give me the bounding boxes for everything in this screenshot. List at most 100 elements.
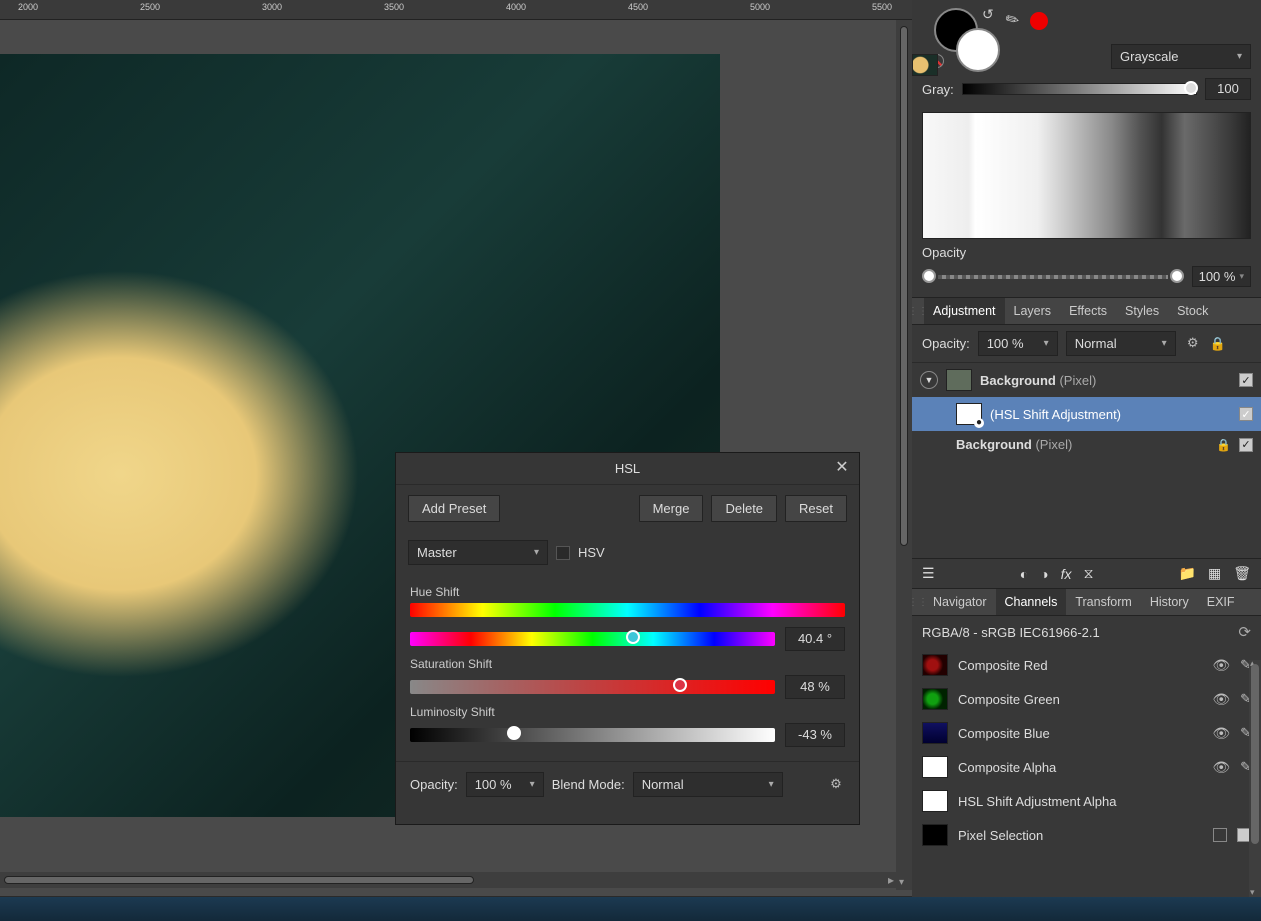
tab-styles[interactable]: Styles — [1116, 298, 1168, 324]
channel-name: Composite Alpha — [958, 760, 1202, 775]
visibility-checkbox[interactable]: ✓ — [1239, 407, 1253, 421]
foreground-color-swatch[interactable] — [956, 28, 1000, 72]
layer-opacity-dropdown[interactable]: 100 % — [978, 331, 1058, 356]
lock-icon[interactable]: 🔒 — [1216, 438, 1231, 452]
hue-slider-thumb[interactable] — [626, 630, 640, 644]
channel-row[interactable]: Pixel Selection — [912, 818, 1261, 852]
merge-icon[interactable]: ▦ — [1208, 565, 1221, 582]
visibility-checkbox[interactable]: ✓ — [1239, 373, 1253, 387]
layers-icon[interactable]: ☰ — [922, 565, 935, 582]
layer-thumbnail[interactable] — [946, 369, 972, 391]
lock-icon[interactable]: 🔒 — [1210, 336, 1226, 352]
ruler-tick-label: 3000 — [262, 2, 282, 12]
dialog-blend-dropdown[interactable]: Normal — [633, 772, 783, 797]
vertical-scrollbar[interactable]: ▾ — [896, 20, 912, 890]
opacity-slider-thumb[interactable] — [1170, 269, 1184, 283]
saturation-slider[interactable] — [410, 680, 775, 694]
layer-opacity-label: Opacity: — [922, 336, 970, 351]
opacity-label: Opacity: — [410, 777, 458, 792]
layer-thumbnail[interactable] — [912, 54, 938, 76]
panel-tabs: ⋮⋮ Adjustment Layers Effects Styles Stoc… — [912, 297, 1261, 325]
tab-navigator[interactable]: Navigator — [924, 589, 996, 615]
dialog-title: HSL — [615, 461, 640, 476]
tab-adjustment[interactable]: Adjustment — [924, 298, 1005, 324]
color-mode-dropdown[interactable]: Grayscale — [1111, 44, 1251, 69]
tab-transform[interactable]: Transform — [1066, 589, 1141, 615]
trash-icon[interactable]: 🗑 — [1233, 565, 1251, 582]
gray-slider-thumb[interactable] — [1184, 81, 1198, 95]
recent-color-swatch[interactable] — [1030, 12, 1048, 30]
reset-icon[interactable]: ⟳ — [1238, 623, 1251, 641]
channel-row[interactable]: Composite Green👁✎ — [912, 682, 1261, 716]
layer-name[interactable]: Background (Pixel) — [956, 437, 1208, 452]
panel-grip-icon[interactable]: ⋮⋮ — [912, 589, 924, 615]
adjustment-icon[interactable]: ◐ — [1020, 566, 1028, 582]
opacity-value[interactable]: 100 % — [1192, 266, 1251, 287]
ruler-tick-label: 2000 — [18, 2, 38, 12]
channel-thumbnail — [922, 654, 948, 676]
gear-icon[interactable]: ⚙ — [827, 776, 845, 794]
tab-exif[interactable]: EXIF — [1198, 589, 1244, 615]
eye-icon[interactable]: 👁 — [1212, 691, 1230, 708]
channel-row[interactable]: Composite Blue👁✎ — [912, 716, 1261, 750]
hue-slider[interactable] — [410, 632, 775, 646]
hsv-checkbox[interactable] — [556, 546, 570, 560]
eyedropper-icon[interactable]: ✎ — [1002, 8, 1024, 32]
merge-button[interactable]: Merge — [639, 495, 704, 522]
opacity-slider[interactable] — [922, 271, 1184, 283]
folder-icon[interactable]: 📁 — [1179, 565, 1196, 582]
reset-button[interactable]: Reset — [785, 495, 847, 522]
channel-thumbnail — [922, 722, 948, 744]
dialog-titlebar[interactable]: HSL ✕ — [396, 453, 859, 485]
layer-row[interactable]: (HSL Shift Adjustment) ✓ — [912, 397, 1261, 431]
channel-name: Composite Green — [958, 692, 1202, 707]
add-preset-button[interactable]: Add Preset — [408, 495, 500, 522]
channels-list: Composite Red👁✎ Composite Green👁✎ Compos… — [912, 648, 1261, 852]
dialog-opacity-dropdown[interactable]: 100 % — [466, 772, 544, 797]
selection-icon[interactable] — [1213, 828, 1227, 842]
colorspace-row: RGBA/8 - sRGB IEC61966-2.1 ⟳ — [912, 616, 1261, 648]
saturation-value[interactable]: 48 % — [785, 675, 845, 699]
layer-name[interactable]: (HSL Shift Adjustment) — [990, 407, 1231, 422]
tab-stock[interactable]: Stock — [1168, 298, 1217, 324]
eye-icon[interactable]: 👁 — [1212, 759, 1230, 776]
saturation-slider-thumb[interactable] — [673, 678, 687, 692]
crop-icon[interactable]: ⧖ — [1084, 565, 1094, 582]
mask-icon[interactable]: ◑ — [1040, 566, 1048, 582]
tab-channels[interactable]: Channels — [996, 589, 1067, 615]
luminosity-slider-thumb[interactable] — [507, 726, 521, 740]
tab-effects[interactable]: Effects — [1060, 298, 1116, 324]
layer-row[interactable]: Background (Pixel) 🔒 ✓ — [912, 431, 1261, 458]
hue-value[interactable]: 40.4 ° — [785, 627, 845, 651]
luminosity-slider[interactable] — [410, 728, 775, 742]
horizontal-ruler: 2000 2500 3000 3500 4000 4500 5000 5500 — [0, 0, 912, 20]
layer-thumbnail[interactable] — [956, 403, 982, 425]
hsl-dialog[interactable]: HSL ✕ Add Preset Merge Delete Reset Mast… — [395, 452, 860, 825]
fx-icon[interactable]: fx — [1061, 566, 1072, 582]
luminosity-value[interactable]: -43 % — [785, 723, 845, 747]
eye-icon[interactable]: 👁 — [1212, 725, 1230, 742]
channel-dropdown[interactable]: Master — [408, 540, 548, 565]
delete-button[interactable]: Delete — [711, 495, 777, 522]
horizontal-scrollbar[interactable]: ▸ — [0, 872, 896, 888]
close-icon[interactable]: ✕ — [833, 459, 851, 477]
channel-row[interactable]: Composite Alpha👁✎ — [912, 750, 1261, 784]
expand-toggle-icon[interactable]: ▼ — [920, 371, 938, 389]
eye-icon[interactable]: 👁 — [1212, 657, 1230, 674]
ruler-tick-label: 4000 — [506, 2, 526, 12]
channels-scrollbar[interactable]: ▴▾ — [1249, 660, 1261, 900]
layer-row[interactable]: ▼ Background (Pixel) ✓ — [912, 363, 1261, 397]
tab-history[interactable]: History — [1141, 589, 1198, 615]
opacity-slider-thumb[interactable] — [922, 269, 936, 283]
gear-icon[interactable]: ⚙ — [1184, 335, 1202, 353]
panel-grip-icon[interactable]: ⋮⋮ — [912, 298, 924, 324]
gray-value[interactable]: 100 — [1205, 78, 1251, 100]
tab-layers[interactable]: Layers — [1005, 298, 1061, 324]
layer-name[interactable]: Background (Pixel) — [980, 373, 1231, 388]
channel-row[interactable]: Composite Red👁✎ — [912, 648, 1261, 682]
swap-colors-icon[interactable]: ↺ — [982, 6, 994, 23]
channel-row[interactable]: HSL Shift Adjustment Alpha — [912, 784, 1261, 818]
layer-blend-dropdown[interactable]: Normal — [1066, 331, 1176, 356]
gray-slider[interactable] — [962, 83, 1197, 95]
visibility-checkbox[interactable]: ✓ — [1239, 438, 1253, 452]
